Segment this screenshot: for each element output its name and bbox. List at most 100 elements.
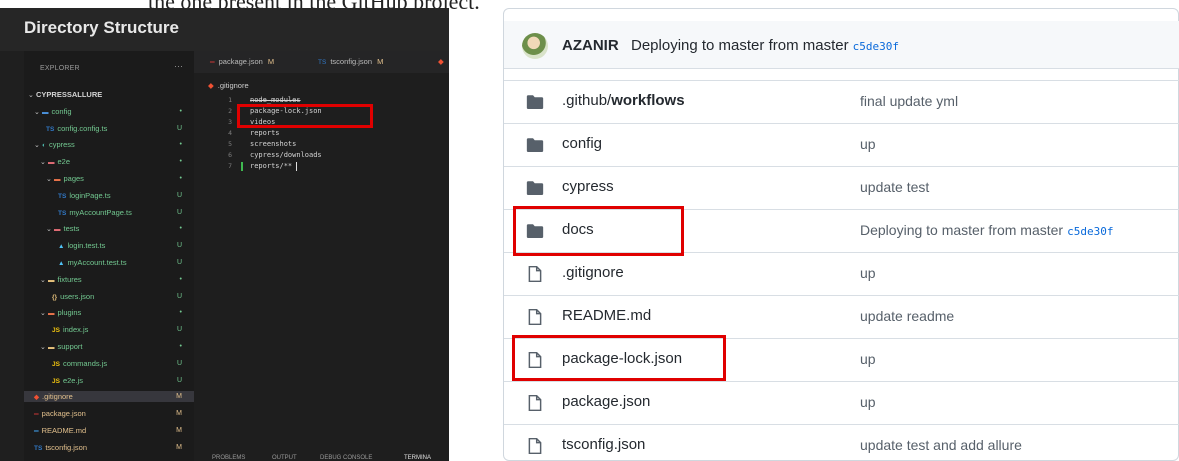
highlight-box-package-lock-github — [512, 335, 726, 381]
last-commit-message[interactable]: up — [860, 351, 876, 367]
test-file-icon: ▲ — [58, 260, 65, 267]
tree-item[interactable]: ⌄ ▬ e2e • — [24, 156, 194, 167]
tree-item[interactable]: ⌄ ▬ config • — [24, 106, 194, 117]
tree-item[interactable]: ⌄ ◐ cypress • — [24, 139, 194, 150]
tree-item-label: config.config.ts — [57, 123, 108, 133]
tree-item[interactable]: TS myAccountPage.ts U — [24, 207, 194, 218]
commit-sha[interactable]: c5de30f — [853, 40, 899, 53]
tree-item[interactable]: ⌄ CYPRESSALLURE — [24, 89, 194, 100]
file-name-link[interactable]: config — [562, 135, 602, 152]
git-status: M — [176, 410, 182, 418]
git-file-icon: ◆ — [34, 394, 39, 402]
git-status: • — [179, 309, 182, 317]
panel-tab-terminal[interactable]: TERMINA — [404, 455, 431, 461]
repo-file-row[interactable]: package.json up — [504, 381, 1179, 424]
npm-file-icon: ═ — [34, 411, 39, 419]
git-status: U — [176, 208, 182, 216]
tree-item[interactable]: ◆ .gitignore M — [24, 391, 194, 403]
git-status: • — [179, 343, 182, 350]
tree-item-content: ⌄ ▬ pages — [46, 173, 84, 185]
last-commit-message[interactable]: up — [860, 136, 876, 152]
github-file-list: AZANIR Deploying to master from master c5… — [503, 8, 1179, 461]
javascript-file-icon: JS — [52, 360, 60, 368]
panel-tab-debug-console[interactable]: DEBUG CONSOLE — [320, 455, 372, 461]
file-name-link[interactable]: README.md — [562, 307, 651, 324]
repo-file-row[interactable]: config up — [504, 123, 1179, 166]
last-commit-message[interactable]: update test — [860, 179, 929, 195]
last-commit-message[interactable]: Deploying to master from master c5de30f — [860, 222, 1113, 238]
repo-file-row[interactable]: tsconfig.json update test and add allure — [504, 424, 1179, 461]
commit-message-text: update test — [860, 179, 930, 195]
git-file-icon[interactable]: ◆ — [432, 51, 449, 73]
avatar[interactable] — [522, 33, 548, 59]
file-name-link[interactable]: .github/workflows — [562, 92, 685, 109]
folder-e2e-icon: ▬ — [48, 159, 55, 167]
tree-item[interactable]: TS config.config.ts U — [24, 123, 194, 134]
code-text: reports/** — [250, 162, 293, 170]
last-commit-message[interactable]: update readme — [860, 308, 954, 324]
tree-item[interactable]: ═ package.json M — [24, 408, 194, 419]
tree-item-content: ⌄ ▬ plugins — [40, 307, 81, 319]
git-status: M — [176, 393, 182, 401]
tree-item[interactable]: ⌄ ▬ plugins • — [24, 307, 194, 318]
git-status: • — [179, 158, 182, 166]
tree-item-label: CYPRESSALLURE — [36, 90, 103, 99]
tsconfig-file-icon: TS — [318, 59, 327, 66]
tree-item[interactable]: ⌄ ▬ tests • — [24, 223, 194, 234]
tree-item[interactable]: ⌄ ▬ pages • — [24, 173, 194, 184]
last-commit-message[interactable]: update test and add allure — [860, 437, 1022, 453]
panel-tab-problems[interactable]: PROBLEMS — [212, 455, 245, 461]
file-name-link[interactable]: package.json — [562, 393, 650, 410]
text-cursor — [296, 162, 297, 171]
git-status: U — [176, 376, 182, 384]
tree-item-content: JS index.js — [52, 324, 88, 336]
repo-file-row[interactable]: README.md update readme — [504, 295, 1179, 338]
commit-author[interactable]: AZANIR — [562, 37, 619, 54]
file-name-link[interactable]: cypress — [562, 178, 614, 195]
git-status: • — [179, 275, 182, 283]
tree-item[interactable]: JS commands.js U — [24, 358, 194, 369]
file-name-link[interactable]: .gitignore — [562, 264, 624, 281]
file-name-link[interactable]: tsconfig.json — [562, 436, 645, 453]
tab-package-json[interactable]: ═ package.json M — [204, 51, 294, 73]
last-commit-message[interactable]: up — [860, 394, 876, 410]
tree-item[interactable]: JS index.js U — [24, 324, 194, 335]
breadcrumb[interactable]: ◆ .gitignore — [208, 81, 249, 90]
commit-message[interactable]: Deploying to master from master c5de30f — [631, 37, 899, 54]
folder-icon — [526, 179, 544, 197]
tree-item[interactable]: ⌄ ▬ support • — [24, 341, 194, 352]
folder-pages-icon: ▬ — [54, 176, 61, 183]
tab-status: M — [267, 57, 275, 66]
last-commit-message[interactable]: final update yml — [860, 93, 958, 109]
last-commit-message[interactable]: up — [860, 265, 876, 281]
tree-item[interactable]: {} users.json U — [24, 291, 194, 302]
tree-item[interactable]: ⌄ ▬ fixtures • — [24, 274, 194, 285]
tree-item-label: users.json — [60, 291, 95, 301]
tree-item[interactable]: TS tsconfig.json M — [24, 442, 194, 453]
repo-file-row[interactable]: .github/workflows final update yml — [504, 80, 1179, 123]
panel-tab-output[interactable]: OUTPUT — [272, 455, 297, 461]
typescript-file-icon: TS — [58, 192, 67, 200]
tree-item-content: ⌄ ▬ e2e — [40, 156, 70, 168]
tree-item-label: myAccountPage.ts — [69, 207, 132, 217]
tree-item-content: ═ README.md — [34, 425, 86, 437]
file-name: workflows — [611, 92, 685, 109]
tree-item[interactable]: JS e2e.js U — [24, 375, 194, 386]
repo-file-row[interactable]: .gitignore up — [504, 252, 1179, 295]
tree-item[interactable]: TS loginPage.ts U — [24, 190, 194, 201]
tree-item-label: fixtures — [57, 274, 82, 284]
commit-sha[interactable]: c5de30f — [1067, 225, 1113, 238]
tab-tsconfig-json[interactable]: TS tsconfig.json M — [312, 51, 412, 73]
chevron-down-icon: ⌄ — [46, 226, 52, 234]
tsconfig-file-icon: TS — [34, 444, 43, 452]
tree-item[interactable]: ▲ login.test.ts U — [24, 240, 194, 251]
repo-file-row[interactable]: cypress update test — [504, 166, 1179, 209]
line-number: 2 — [228, 107, 232, 115]
commit-message-text: update test and add allure — [860, 437, 1022, 453]
file-name: package.json — [562, 393, 651, 410]
chevron-down-icon: ⌄ — [28, 92, 34, 99]
commit-message-text: up — [860, 136, 876, 152]
tree-item[interactable]: ▲ myAccount.test.ts U — [24, 257, 194, 268]
explorer-more-actions-icon[interactable]: ··· — [174, 61, 183, 71]
tree-item[interactable]: ═ README.md M — [24, 425, 194, 436]
